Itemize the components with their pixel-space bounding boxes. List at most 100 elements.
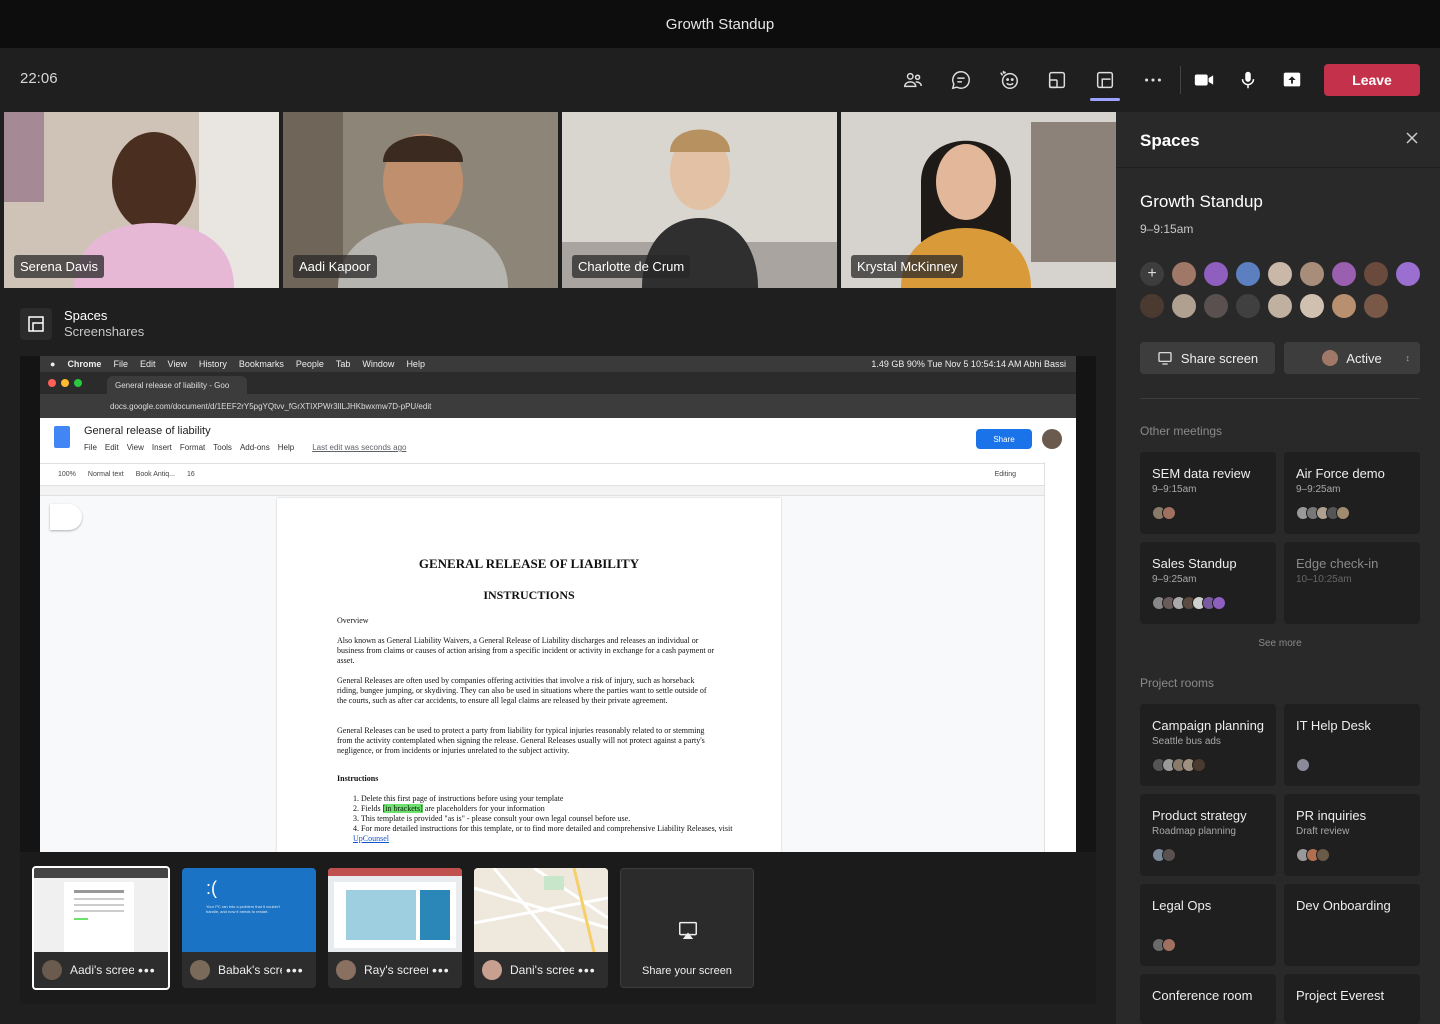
more-options-icon[interactable]: ••• xyxy=(432,962,450,978)
avatar[interactable] xyxy=(1236,262,1260,286)
room-card[interactable]: Legal Ops xyxy=(1140,884,1276,966)
avatar[interactable] xyxy=(1236,294,1260,318)
participant-tile[interactable]: Aadi Kapoor xyxy=(283,112,558,288)
add-attendee-button[interactable]: + xyxy=(1140,262,1164,286)
card-title: Campaign planning xyxy=(1152,718,1265,733)
thumbnail-preview xyxy=(474,868,608,953)
status-dropdown[interactable]: Active ↕ xyxy=(1284,342,1420,374)
avatar[interactable] xyxy=(1140,294,1164,318)
maximize-window-icon xyxy=(74,379,82,387)
card-title: Dev Onboarding xyxy=(1296,898,1391,913)
window-title: Growth Standup xyxy=(665,15,775,33)
share-screen-label: Share screen xyxy=(1180,350,1259,366)
avatar[interactable] xyxy=(1364,294,1388,318)
card-title: Project Everest xyxy=(1296,988,1385,1003)
room-card[interactable]: Conference room xyxy=(1140,974,1276,1024)
doc-toolbar-item: 100% xyxy=(58,471,76,478)
more-options-icon[interactable]: ••• xyxy=(138,962,156,978)
more-options-icon[interactable] xyxy=(1137,64,1169,96)
screenshare-thumbnail[interactable]: Ray's screen ••• xyxy=(328,868,462,988)
thumbnail-preview xyxy=(34,868,168,952)
meeting-card[interactable]: SEM data review 9–9:15am xyxy=(1140,452,1276,534)
meeting-card[interactable]: Sales Standup 9–9:25am xyxy=(1140,542,1276,624)
screenshare-thumbnail[interactable]: :( Your PC ran into a problem that it co… xyxy=(182,868,316,988)
card-title: Product strategy xyxy=(1152,808,1247,823)
leave-button[interactable]: Leave xyxy=(1324,64,1420,96)
avatar[interactable] xyxy=(1268,262,1292,286)
avatar[interactable] xyxy=(1204,262,1228,286)
reactions-icon[interactable] xyxy=(993,64,1025,96)
close-icon[interactable] xyxy=(1404,130,1420,146)
doc-toolbar: 100% Normal text Book Antiq... 16 Editin… xyxy=(40,464,1076,486)
mac-menu-item: People xyxy=(295,359,324,369)
mac-menu-item: Bookmarks xyxy=(238,359,284,369)
card-title: PR inquiries xyxy=(1296,808,1367,823)
room-card[interactable]: IT Help Desk xyxy=(1284,704,1420,786)
avatar xyxy=(42,960,62,980)
share-tray-icon[interactable] xyxy=(1276,64,1308,96)
avatar[interactable] xyxy=(1204,294,1228,318)
rooms-icon[interactable] xyxy=(1041,64,1073,96)
chat-icon[interactable] xyxy=(945,64,977,96)
room-card[interactable]: PR inquiries Draft review xyxy=(1284,794,1420,876)
doc-menu-item: File xyxy=(84,443,97,452)
participant-name: Aadi Kapoor xyxy=(293,255,377,278)
meeting-clock: 22:06 xyxy=(20,70,58,87)
doc-toolbar-item: Editing xyxy=(994,471,1016,478)
meeting-card[interactable]: Air Force demo 9–9:25am xyxy=(1284,452,1420,534)
doc-instructions-title: Instructions xyxy=(337,774,379,783)
room-card[interactable]: Campaign planning Seattle bus ads xyxy=(1140,704,1276,786)
more-options-icon[interactable]: ••• xyxy=(286,962,304,978)
card-subtitle: 9–9:25am xyxy=(1152,574,1197,585)
participant-tile[interactable]: Charlotte de Crum xyxy=(562,112,837,288)
attendee-avatars: + xyxy=(1140,262,1420,326)
thumbnail-label: Ray's screen xyxy=(364,963,428,977)
avatar[interactable] xyxy=(1332,262,1356,286)
slides-preview-image xyxy=(328,868,462,948)
spaces-icon[interactable] xyxy=(1089,64,1121,96)
screenshare-picker: Aadi's screen ••• :( Your PC ran into a p… xyxy=(20,852,1096,1004)
avatar[interactable] xyxy=(1172,294,1196,318)
mac-status-bar: 1.49 GB 90% Tue Nov 5 10:54:14 AM Abhi B… xyxy=(871,359,1066,369)
avatar[interactable] xyxy=(1364,262,1388,286)
avatar[interactable] xyxy=(1172,262,1196,286)
see-more-link[interactable]: See more xyxy=(1140,638,1420,649)
meeting-card[interactable]: Edge check-in 10–10:25am xyxy=(1284,542,1420,624)
avatar[interactable] xyxy=(1300,294,1324,318)
share-screen-button[interactable]: Share screen xyxy=(1140,342,1275,374)
doc-last-edit: Last edit was seconds ago xyxy=(312,443,407,452)
doc-header: General release of liability File Edit V… xyxy=(40,418,1076,464)
card-title: Sales Standup xyxy=(1152,556,1237,571)
thumbnail-label: Dani's screen xyxy=(510,963,574,977)
share-your-screen-button[interactable]: Share your screen xyxy=(620,868,754,988)
doc-menu-bar: File Edit View Insert Format Tools Add-o… xyxy=(84,443,406,452)
doc-link: UpCounsel xyxy=(353,834,389,843)
avatar[interactable] xyxy=(1300,262,1324,286)
avatar[interactable] xyxy=(1396,262,1420,286)
camera-icon[interactable] xyxy=(1188,64,1220,96)
card-title: Legal Ops xyxy=(1152,898,1212,913)
room-card[interactable]: Product strategy Roadmap planning xyxy=(1140,794,1276,876)
avatar[interactable] xyxy=(1268,294,1292,318)
participant-tile[interactable]: Krystal McKinney xyxy=(841,112,1116,288)
avatar xyxy=(1316,848,1330,862)
panel-title: Spaces xyxy=(1140,131,1200,150)
screenshare-thumbnail[interactable]: Aadi's screen ••• xyxy=(32,866,170,990)
participant-name: Charlotte de Crum xyxy=(572,255,691,278)
more-options-icon[interactable]: ••• xyxy=(578,962,596,978)
toolbar-divider xyxy=(1180,66,1181,94)
room-card[interactable]: Dev Onboarding xyxy=(1284,884,1420,966)
doc-menu-item: Edit xyxy=(104,443,119,452)
status-label: Active xyxy=(1346,350,1382,366)
room-card[interactable]: Project Everest xyxy=(1284,974,1420,1024)
participant-tile[interactable]: Serena Davis xyxy=(4,112,279,288)
microphone-icon[interactable] xyxy=(1232,64,1264,96)
avatar[interactable] xyxy=(1332,294,1356,318)
spaces-header: Spaces Screenshares xyxy=(20,308,144,340)
people-icon[interactable] xyxy=(897,64,929,96)
thumbnail-label: Babak's screen xyxy=(218,963,282,977)
card-subtitle: 10–10:25am xyxy=(1296,574,1352,585)
screenshare-thumbnail[interactable]: Dani's screen ••• xyxy=(474,868,608,988)
close-window-icon xyxy=(48,379,56,387)
window-title-bar: Growth Standup xyxy=(0,0,1440,48)
